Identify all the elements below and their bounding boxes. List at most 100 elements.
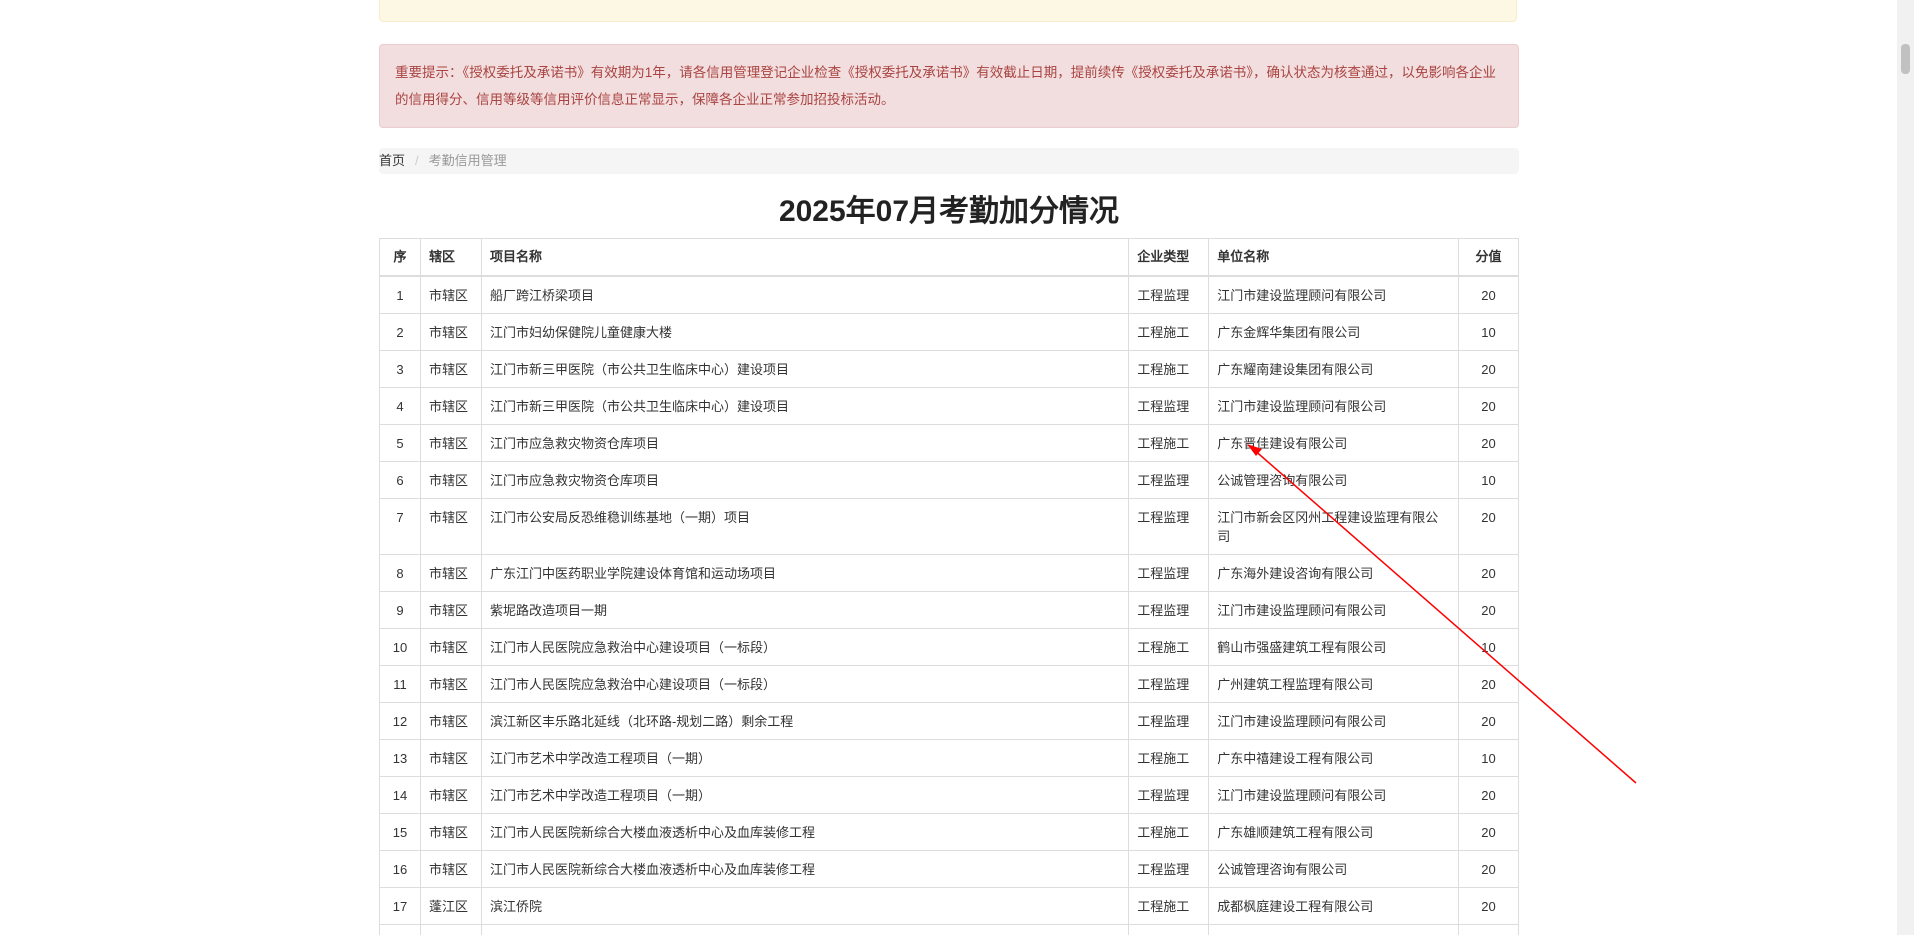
cell-unit: 鹤山市强盛建筑工程有限公司: [1208, 628, 1459, 666]
cell-unit: 广东金辉华集团有限公司: [1208, 313, 1459, 351]
cell-no: 13: [379, 739, 421, 777]
table-row: 14 市辖区 江门市艺术中学改造工程项目（一期） 工程监理 江门市建设监理顾问有限公司 2…: [379, 776, 1520, 814]
cell-unit: 江门市建设监理顾问有限公司: [1208, 702, 1459, 740]
cell-project: 江门市人民医院应急救治中心建设项目（一标段）: [480, 628, 1130, 666]
cell-project: 江门市妇幼保健院儿童健康大楼: [480, 313, 1130, 351]
table-row: 6 市辖区 江门市应急救灾物资仓库项目 工程监理 公诚管理咨询有限公司 10: [379, 461, 1520, 499]
cell-unit: 广东中禧建设工程有限公司: [1208, 739, 1459, 777]
cell-score: 20: [1457, 498, 1520, 555]
cell-project: 广东江门中医药职业学院建设体育馆和运动场项目: [480, 554, 1130, 592]
cell-district: 市辖区: [419, 739, 482, 777]
page-viewport: 重要提示：《授权委托及承诺书》有效期为1年，请各信用管理登记企业检查《授权委托及…: [0, 0, 1914, 935]
cell-no: 17: [379, 887, 421, 925]
cell-project: 滨江新区丰乐路北延线（北环路-规划二路）剩余工程: [480, 702, 1130, 740]
header-score: 分值: [1457, 238, 1520, 277]
cell-unit: 公诚管理咨询有限公司: [1208, 461, 1459, 499]
cell-project: 江门市艺术中学改造工程项目（一期）: [480, 739, 1130, 777]
cell-score: 10: [1457, 313, 1520, 351]
cell-no: 7: [379, 498, 421, 555]
important-notice: 重要提示：《授权委托及承诺书》有效期为1年，请各信用管理登记企业检查《授权委托及…: [379, 44, 1519, 128]
important-notice-text: 重要提示：《授权委托及承诺书》有效期为1年，请各信用管理登记企业检查《授权委托及…: [395, 65, 1497, 107]
cell-unit: 广州建筑工程监理有限公司: [1208, 665, 1459, 703]
cell-district: 市辖区: [419, 498, 482, 555]
cell-district: 市辖区: [419, 554, 482, 592]
cell-district: 市辖区: [419, 424, 482, 462]
cell-district: 市辖区: [419, 813, 482, 851]
scrollbar-thumb[interactable]: [1901, 44, 1910, 74]
cell-type: 工程监理: [1128, 275, 1210, 314]
cell-type: 工程监理: [1128, 461, 1210, 499]
cell-unit: 江门市建设监理顾问有限公司: [1208, 776, 1459, 814]
cell-unit: 江门市建设监理顾问有限公司: [1208, 275, 1459, 314]
cell-unit: 广东耀南建设集团有限公司: [1208, 350, 1459, 388]
cell-project: 滨江侨院: [480, 887, 1130, 925]
cell-no: 14: [379, 776, 421, 814]
cell-score: 10: [1457, 461, 1520, 499]
cell-score: 20: [1457, 275, 1520, 314]
cell-type: 工程监理: [1128, 776, 1210, 814]
cell-project: 江门市人民医院新综合大楼血液透析中心及血库装修工程: [480, 850, 1130, 888]
cell-no: 3: [379, 350, 421, 388]
cell-unit: 江门市建设监理顾问有限公司: [1208, 387, 1459, 425]
table-row: 17 蓬江区 滨江侨院 工程施工 成都枫庭建设工程有限公司 20: [379, 887, 1520, 925]
cell-unit: 广东海外建设咨询有限公司: [1208, 554, 1459, 592]
cell-district: 市辖区: [419, 461, 482, 499]
vertical-scrollbar[interactable]: [1897, 0, 1914, 935]
cell-no: 6: [379, 461, 421, 499]
breadcrumb-home-link[interactable]: 首页: [379, 153, 405, 168]
table-header-row: 序 辖区 项目名称 企业类型 单位名称 分值: [379, 238, 1520, 277]
cell-district: 市辖区: [419, 350, 482, 388]
cell-score: 20: [1457, 554, 1520, 592]
cell-score: 20: [1457, 776, 1520, 814]
cell-type: 工程监理: [1128, 387, 1210, 425]
cell-unit: 江门市新会区冈州工程建设监理有限公司: [1208, 498, 1459, 555]
cell-type: 工程施工: [1128, 350, 1210, 388]
cell-district: 市辖区: [419, 591, 482, 629]
cell-project: 江门市艺术中学改造工程项目（一期）: [480, 776, 1130, 814]
cell-no: 16: [379, 850, 421, 888]
cell-district: 蓬江区: [419, 887, 482, 925]
cell-score: 20: [1457, 387, 1520, 425]
cell-district: 市辖区: [419, 628, 482, 666]
cell-type: 工程施工: [1128, 887, 1210, 925]
cell-project: [480, 924, 1130, 935]
attendance-score-table: 序 辖区 项目名称 企业类型 单位名称 分值 1 市辖区 船厂跨江桥梁项目 工程监理江…: [379, 238, 1520, 935]
table-row: 8 市辖区 广东江门中医药职业学院建设体育馆和运动场项目 工程监理 广东海外建设咨询有限…: [379, 554, 1520, 592]
cell-type: 工程施工: [1128, 628, 1210, 666]
cell-district: 市辖区: [419, 776, 482, 814]
header-no: 序: [379, 238, 421, 277]
cell-district: 市辖区: [419, 702, 482, 740]
cell-type: 工程监理: [1128, 498, 1210, 555]
cell-district: 市辖区: [419, 313, 482, 351]
cell-type: 工程监理: [1128, 591, 1210, 629]
breadcrumb-separator: /: [415, 153, 419, 168]
cell-type: 工程监理: [1128, 554, 1210, 592]
cell-unit: [1208, 924, 1459, 935]
table-row: 5 市辖区 江门市应急救灾物资仓库项目 工程施工 广东晋佳建设有限公司 20: [379, 424, 1520, 462]
cell-score: 10: [1457, 739, 1520, 777]
cell-project: 江门市应急救灾物资仓库项目: [480, 424, 1130, 462]
header-project: 项目名称: [480, 238, 1130, 277]
cell-unit: 江门市建设监理顾问有限公司: [1208, 591, 1459, 629]
cell-type: [1128, 924, 1210, 935]
cell-district: 市辖区: [419, 665, 482, 703]
header-type: 企业类型: [1128, 238, 1210, 277]
cell-score: 20: [1457, 665, 1520, 703]
cell-project: 船厂跨江桥梁项目: [480, 275, 1130, 314]
cell-unit: 广东晋佳建设有限公司: [1208, 424, 1459, 462]
table-row: 4 市辖区 江门市新三甲医院（市公共卫生临床中心）建设项目 工程监理 江门市建设监理顾问…: [379, 387, 1520, 425]
cell-district: 市辖区: [419, 275, 482, 314]
cell-project: 江门市公安局反恐维稳训练基地（一期）项目: [480, 498, 1130, 555]
cell-type: 工程监理: [1128, 665, 1210, 703]
cell-score: 20: [1457, 350, 1520, 388]
cell-project: 紫坭路改造项目一期: [480, 591, 1130, 629]
cell-no: 5: [379, 424, 421, 462]
table-row: [379, 924, 1520, 935]
cell-no: 15: [379, 813, 421, 851]
cell-score: 20: [1457, 850, 1520, 888]
cell-project: 江门市人民医院应急救治中心建设项目（一标段）: [480, 665, 1130, 703]
page-title: 2025年07月考勤加分情况: [778, 195, 1120, 228]
table-row: 12 市辖区 滨江新区丰乐路北延线（北环路-规划二路）剩余工程 工程监理 江门市建设监理…: [379, 702, 1520, 740]
cell-type: 工程施工: [1128, 739, 1210, 777]
cell-score: 20: [1457, 813, 1520, 851]
